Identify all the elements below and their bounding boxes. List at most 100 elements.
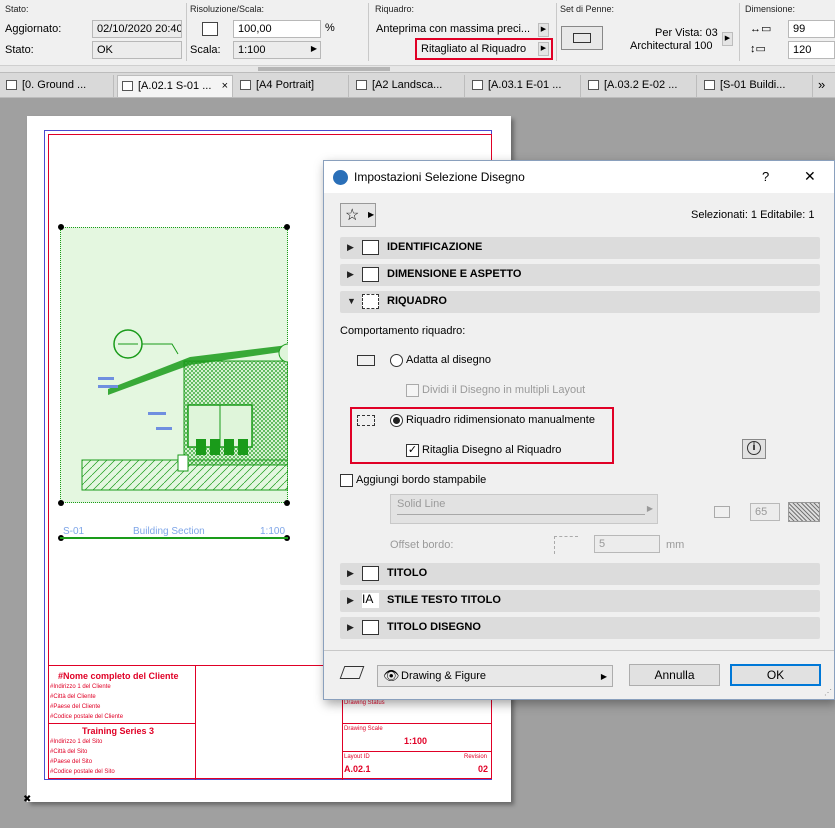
text-style-icon: IA bbox=[362, 593, 379, 608]
site-line: #Città del Sito bbox=[50, 749, 88, 755]
close-tab-icon[interactable]: × bbox=[222, 76, 228, 96]
tab-a032[interactable]: [A.03.2 E-02 ... bbox=[584, 75, 697, 97]
tab-label: [A.03.1 E-01 ... bbox=[488, 79, 562, 91]
scala-select[interactable]: 1:100 ▶ bbox=[233, 41, 321, 59]
adatta-radio[interactable] bbox=[390, 354, 403, 367]
client-line: #Città del Cliente bbox=[50, 694, 96, 700]
offset-label: Offset bordo: bbox=[390, 539, 454, 551]
dividi-checkbox[interactable] bbox=[406, 384, 419, 397]
tab-a031[interactable]: [A.03.1 E-01 ... bbox=[468, 75, 581, 97]
cancel-button[interactable]: Annulla bbox=[629, 664, 720, 686]
section-label: IDENTIFICAZIONE bbox=[387, 241, 483, 253]
selection-handle[interactable] bbox=[284, 224, 290, 230]
line-type-select[interactable]: Solid Line ▶ bbox=[390, 494, 658, 524]
scala-label: Scala: bbox=[190, 44, 221, 56]
ok-button[interactable]: OK bbox=[730, 664, 821, 686]
ritagliato-arrow-button[interactable]: ▶ bbox=[538, 42, 549, 56]
pen-set-arrow-button[interactable]: ▶ bbox=[722, 32, 733, 46]
more-tabs-icon[interactable]: » bbox=[818, 77, 825, 92]
risoluzione-input[interactable]: 100,00 bbox=[233, 20, 321, 38]
anteprima-value[interactable]: Anteprima con massima preci... bbox=[376, 23, 530, 35]
selection-handle[interactable] bbox=[284, 500, 290, 506]
tab-ground[interactable]: [0. Ground ... bbox=[2, 75, 114, 97]
tab-a2-landscape[interactable]: [A2 Landsca... bbox=[352, 75, 465, 97]
layout-icon bbox=[356, 80, 367, 90]
expand-arrow-icon: ▶ bbox=[347, 269, 354, 279]
tab-label: [A.03.2 E-02 ... bbox=[604, 79, 678, 91]
layout-id-label: Layout ID bbox=[344, 754, 370, 760]
revision-value: 02 bbox=[478, 764, 489, 774]
riquadro-manual-radio[interactable] bbox=[390, 414, 403, 427]
drawing-status-label: Drawing Status bbox=[344, 700, 385, 706]
layout-id-value: A.02.1 bbox=[344, 764, 371, 774]
dimension-width-input[interactable]: 99 bbox=[788, 20, 835, 38]
chevron-right-icon: ▶ bbox=[540, 26, 547, 33]
chevron-right-icon: ▶ bbox=[540, 45, 547, 52]
selection-handle[interactable] bbox=[58, 224, 64, 230]
comportamento-label: Comportamento riquadro: bbox=[340, 325, 466, 337]
height-icon: ↕▭ bbox=[750, 43, 766, 55]
aggiungi-bordo-label: Aggiungi bordo stampabile bbox=[356, 474, 487, 486]
tab-a021[interactable]: [A.02.1 S-01 ... × bbox=[117, 75, 233, 97]
section-stile-testo[interactable]: ▶ IA STILE TESTO TITOLO bbox=[340, 590, 820, 612]
title-line bbox=[60, 537, 288, 539]
width-icon: ↔▭ bbox=[750, 23, 772, 35]
dimension-height-input[interactable]: 120 bbox=[788, 41, 835, 59]
aggiungi-bordo-checkbox[interactable] bbox=[340, 474, 353, 487]
client-name: #Nome completo del Cliente bbox=[58, 671, 179, 681]
riquadro-section-label: Riquadro: bbox=[375, 4, 415, 14]
eye-icon: 👁 bbox=[383, 668, 400, 683]
aggiornato-label: Aggiornato: bbox=[5, 23, 62, 35]
info-box: Stato: Aggiornato: 02/10/2020 20:40 Stat… bbox=[0, 0, 835, 66]
drawing-selection-settings-dialog: Impostazioni Selezione Disegno ? ✕ ☆ ▶ S… bbox=[323, 160, 835, 700]
section-titolo[interactable]: ▶ TITOLO bbox=[340, 563, 820, 585]
manual-frame-icon bbox=[357, 415, 375, 426]
collapse-arrow-icon: ▼ bbox=[347, 296, 356, 306]
ritaglia-label: Ritaglia Disegno al Riquadro bbox=[422, 444, 562, 456]
expand-arrow-icon: ▶ bbox=[347, 242, 354, 252]
resize-grip-icon[interactable]: ⋰ bbox=[824, 688, 832, 697]
percent-label: % bbox=[325, 22, 335, 34]
favorites-select[interactable]: 👁 Drawing & Figure ▶ bbox=[377, 665, 613, 687]
risoluzione-section-label: Risoluzione/Scala: bbox=[190, 4, 265, 14]
section-label: TITOLO bbox=[387, 567, 428, 579]
dialog-title: Impostazioni Selezione Disegno bbox=[354, 170, 525, 184]
tab-s01-building[interactable]: [S-01 Buildi... bbox=[700, 75, 813, 97]
origin-marker-icon: ✖ bbox=[23, 794, 32, 805]
section-riquadro[interactable]: ▼ RIQUADRO bbox=[340, 291, 820, 313]
client-line: #Codice postale del Cliente bbox=[50, 714, 124, 720]
section-label: DIMENSIONE E ASPETTO bbox=[387, 268, 522, 280]
section-dimensione[interactable]: ▶ DIMENSIONE E ASPETTO bbox=[340, 264, 820, 286]
scrollbar-thumb[interactable] bbox=[258, 67, 390, 71]
tab-a4-portrait[interactable]: [A4 Portrait] bbox=[236, 75, 349, 97]
drawing-scale-tb-value: 1:100 bbox=[404, 736, 428, 746]
project-name: Training Series 3 bbox=[82, 726, 155, 736]
section-identificazione[interactable]: ▶ IDENTIFICAZIONE bbox=[340, 237, 820, 259]
layout-icon bbox=[588, 80, 599, 90]
selection-handle[interactable] bbox=[58, 500, 64, 506]
info-icon: i bbox=[747, 441, 761, 455]
ritaglia-checkbox[interactable]: ✓ bbox=[406, 444, 419, 457]
tab-label: [0. Ground ... bbox=[22, 79, 87, 91]
tab-label: [A4 Portrait] bbox=[256, 79, 315, 91]
offset-input[interactable]: 5 bbox=[594, 535, 660, 553]
layout-icon bbox=[472, 80, 483, 90]
ritagliato-highlight[interactable]: Ritagliato al Riquadro ▶ bbox=[415, 38, 553, 60]
section-titolo-disegno[interactable]: ▶ TITOLO DISEGNO bbox=[340, 617, 820, 639]
offset-icon bbox=[554, 536, 578, 554]
pen-input[interactable]: 65 bbox=[750, 503, 780, 521]
line-type-value: Solid Line bbox=[397, 498, 446, 510]
fill-pattern-button[interactable] bbox=[788, 502, 820, 522]
pen-set-button[interactable] bbox=[561, 26, 603, 50]
anteprima-arrow-button[interactable]: ▶ bbox=[538, 23, 549, 37]
adatta-label: Adatta al disegno bbox=[406, 354, 492, 366]
frame-icon bbox=[362, 294, 379, 309]
close-button[interactable]: ✕ bbox=[804, 168, 816, 185]
favorites-button[interactable]: ☆ ▶ bbox=[340, 203, 376, 227]
chevron-right-icon: ▶ bbox=[368, 210, 375, 219]
separator bbox=[556, 3, 557, 61]
client-line: #Paese del Cliente bbox=[50, 704, 101, 710]
help-button[interactable]: ? bbox=[762, 169, 769, 184]
info-button[interactable]: i bbox=[742, 439, 766, 459]
favorites-value: Drawing & Figure bbox=[401, 670, 486, 682]
